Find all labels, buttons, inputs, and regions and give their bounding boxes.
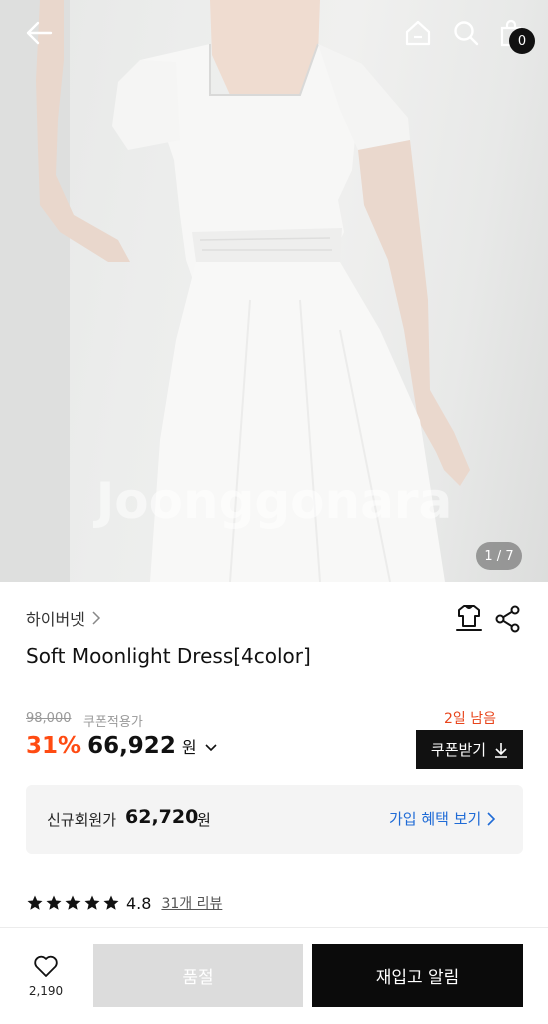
- rating-value: 4.8: [126, 893, 152, 913]
- cart-count-badge: 0: [509, 28, 535, 54]
- coupon-price-note: 쿠폰적용가: [83, 715, 143, 730]
- heart-icon: [34, 955, 58, 977]
- arrow-left-icon: [26, 21, 53, 45]
- days-left-badge: 2일 남음: [444, 711, 496, 727]
- bottom-action-bar: 2,190 품절 재입고 알림: [0, 927, 548, 1024]
- fitting-button[interactable]: [453, 602, 485, 634]
- star-icon: [103, 895, 119, 910]
- price-row[interactable]: 31% 66,922 원: [26, 733, 217, 759]
- back-button[interactable]: [22, 16, 56, 50]
- member-price-label: 신규회원가: [47, 811, 117, 829]
- get-coupon-label: 쿠폰받기: [430, 741, 487, 759]
- original-price: 98,000: [26, 711, 72, 726]
- shirt-hanger-icon: [456, 605, 482, 631]
- product-image-gallery[interactable]: Joonggonara 0 1 / 7: [0, 0, 548, 582]
- search-icon: [454, 21, 479, 46]
- download-icon: [495, 742, 508, 758]
- home-icon: [405, 20, 431, 46]
- get-coupon-button[interactable]: 쿠폰받기: [416, 730, 523, 769]
- chevron-down-icon: [204, 744, 217, 752]
- star-icon: [65, 895, 81, 910]
- star-rating: [26, 894, 120, 912]
- seller-link[interactable]: 하이버넷: [26, 606, 101, 630]
- star-icon: [46, 895, 62, 910]
- member-benefit-link[interactable]: 가입 혜택 보기: [389, 808, 496, 829]
- chevron-right-icon: [487, 811, 496, 826]
- image-counter: 1 / 7: [476, 542, 522, 570]
- home-button[interactable]: [401, 16, 435, 50]
- product-title: Soft Moonlight Dress[4color]: [26, 644, 311, 668]
- new-member-price-box: 신규회원가 62,720 원 가입 혜택 보기: [26, 785, 523, 854]
- currency-unit: 원: [181, 738, 197, 757]
- star-icon: [27, 895, 43, 910]
- member-currency-unit: 원: [197, 811, 211, 829]
- seller-name: 하이버넷: [26, 610, 85, 629]
- chevron-right-icon: [92, 611, 100, 625]
- rating-row: 4.8 31개 리뷰: [26, 893, 222, 913]
- review-count-link[interactable]: 31개 리뷰: [161, 893, 222, 913]
- search-button[interactable]: [449, 16, 483, 50]
- discount-rate: 31%: [26, 733, 82, 759]
- sale-price: 66,922: [87, 733, 176, 759]
- star-icon: [84, 895, 100, 910]
- restock-alert-button[interactable]: 재입고 알림: [312, 944, 523, 1007]
- soldout-button: 품절: [93, 944, 303, 1007]
- like-count: 2,190: [28, 984, 64, 998]
- like-button[interactable]: 2,190: [20, 954, 72, 1004]
- member-price: 62,720: [125, 806, 199, 828]
- share-icon: [495, 605, 520, 633]
- member-benefit-label: 가입 혜택 보기: [389, 810, 482, 828]
- share-button[interactable]: [493, 604, 523, 634]
- watermark: Joonggonara: [95, 472, 453, 530]
